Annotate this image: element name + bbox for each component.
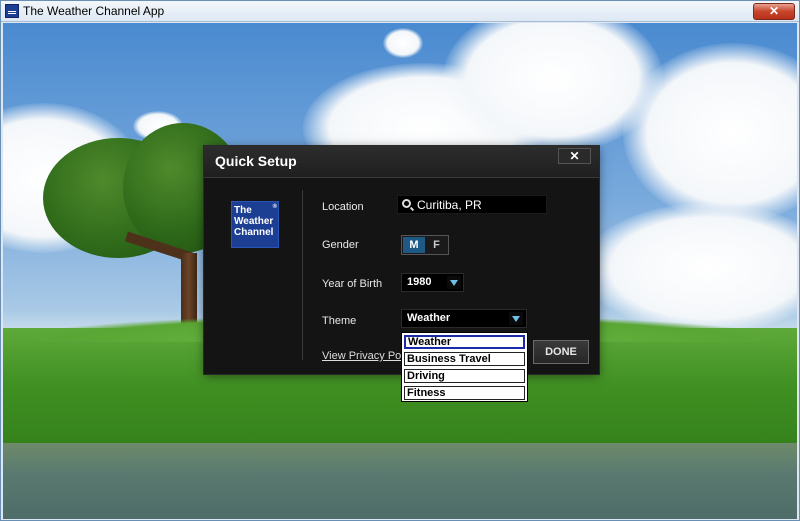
theme-dropdown-list: Weather Business Travel Driving Fitness [401,332,528,402]
dialog-header: Quick Setup ✕ [204,146,599,178]
dialog-divider [302,190,303,360]
logo-line: The [234,205,252,216]
theme-option-driving[interactable]: Driving [404,369,525,383]
search-icon [402,199,411,208]
location-label: Location [322,201,364,213]
window-title: The Weather Channel App [23,4,165,18]
title-bar: The Weather Channel App ✕ [1,1,799,22]
gender-option-f[interactable]: F [426,237,447,253]
year-of-birth-value: 1980 [407,276,432,288]
gender-toggle: M F [401,235,449,255]
theme-option-fitness[interactable]: Fitness [404,386,525,400]
logo-line: Weather [234,216,274,227]
app-window: The Weather Channel App ✕ Quick Setup ✕ … [0,0,800,521]
logo-line: Channel [234,227,274,238]
weather-channel-app-icon [5,4,19,18]
dialog-close-button[interactable]: ✕ [558,148,591,164]
done-button[interactable]: DONE [533,340,589,364]
theme-value: Weather [407,312,451,324]
theme-select[interactable]: Weather [401,309,527,328]
dialog-title: Quick Setup [215,153,297,169]
registered-mark: ® [272,204,277,210]
weather-channel-logo: The Weather Channel ® [231,201,279,248]
theme-label: Theme [322,315,357,327]
chevron-down-icon [447,276,461,289]
gender-label: Gender [322,239,359,251]
window-close-button[interactable]: ✕ [753,3,795,20]
theme-option-weather[interactable]: Weather [404,335,525,349]
cloud [383,28,423,58]
chevron-down-icon [509,312,523,325]
location-input[interactable]: Curitiba, PR [397,195,547,214]
theme-option-business-travel[interactable]: Business Travel [404,352,525,366]
location-value: Curitiba, PR [417,198,482,212]
gender-option-m[interactable]: M [403,237,425,253]
year-of-birth-select[interactable]: 1980 [401,273,464,292]
year-of-birth-label: Year of Birth [322,278,383,290]
pond-water [3,443,797,519]
